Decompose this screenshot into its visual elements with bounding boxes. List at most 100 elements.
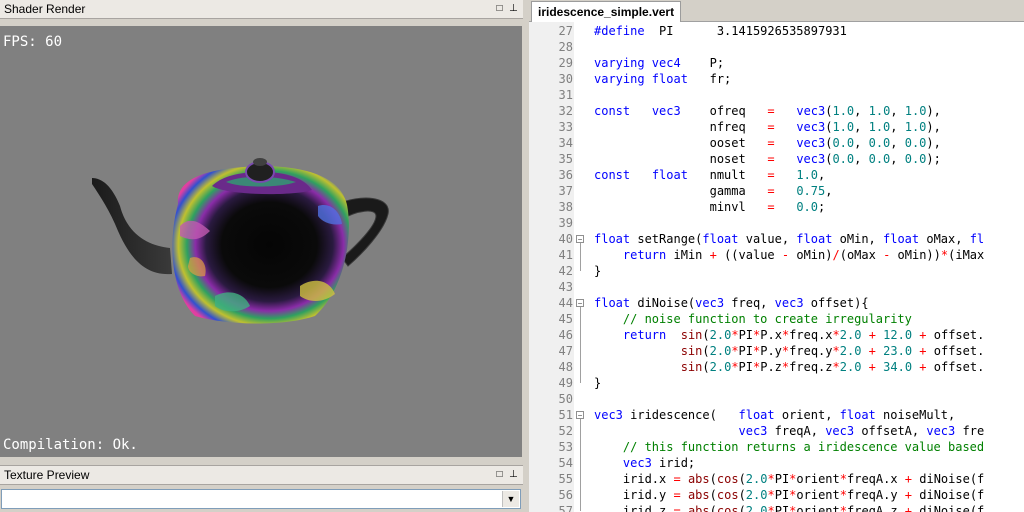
code-line[interactable]: }	[594, 375, 601, 391]
code-token: vec3	[796, 104, 826, 118]
code-token: float	[883, 232, 920, 246]
code-token: 0.0	[832, 152, 855, 166]
texture-select[interactable]: ▼	[1, 489, 521, 509]
code-line[interactable]: // noise function to create irregularity	[594, 311, 912, 327]
code-line[interactable]: nfreq = vec3(1.0, 1.0, 1.0),	[594, 119, 941, 135]
code-token: ,	[818, 168, 826, 182]
tab-iridescence-simple-vert[interactable]: iridescence_simple.vert	[531, 1, 682, 22]
code-token: ,	[890, 136, 905, 150]
code-line[interactable]: const float nmult = 1.0,	[594, 167, 825, 183]
fold-toggle-icon[interactable]: −	[576, 235, 584, 244]
code-token: }	[594, 376, 602, 390]
line-number: 49	[558, 376, 573, 390]
pin-panel-icon[interactable]: ⊥	[508, 469, 519, 480]
code-line[interactable]: irid.y = abs(cos(2.0*PI*orient*freqA.y +…	[594, 487, 984, 503]
code-token: *	[767, 488, 775, 502]
code-token: diNoise(	[630, 296, 696, 310]
code-token: 2.0	[839, 344, 862, 358]
texture-preview-title: Texture Preview	[4, 468, 90, 482]
code-token: varying vec4	[594, 56, 681, 70]
code-token: *	[832, 360, 840, 374]
code-line[interactable]: varying vec4 P;	[594, 55, 724, 71]
code-line[interactable]: vec3 iridescence( float orient, float no…	[594, 407, 955, 423]
code-line[interactable]: sin(2.0*PI*P.y*freq.y*2.0 + 23.0 + offse…	[594, 343, 985, 359]
code-token: sin	[680, 328, 703, 342]
code-token: nfreq	[594, 120, 768, 134]
code-token: 1.0	[832, 104, 855, 118]
code-line[interactable]: #define PI 3.1415926535897931	[594, 23, 847, 39]
code-token: vec3	[926, 424, 956, 438]
code-token: float	[796, 232, 833, 246]
code-token: (	[702, 328, 710, 342]
code-token: *	[839, 504, 847, 512]
code-line[interactable]: gamma = 0.75,	[594, 183, 833, 199]
line-number: 32	[558, 104, 573, 118]
code-line[interactable]: return iMin + ((value - oMin)/(oMax - oM…	[594, 247, 984, 263]
code-token: fre	[955, 424, 985, 438]
code-token: orient,	[774, 408, 840, 422]
code-token: 1.0	[868, 104, 891, 118]
code-token: float	[651, 168, 688, 182]
code-line[interactable]: ooset = vec3(0.0, 0.0, 0.0),	[594, 135, 941, 151]
code-line[interactable]: return sin(2.0*PI*P.x*freq.x*2.0 + 12.0 …	[594, 327, 984, 343]
code-token: 0.0	[904, 136, 927, 150]
code-line[interactable]: minvl = 0.0;	[594, 199, 826, 215]
code-line[interactable]: irid.z = abs(cos(2.0*PI*orient*freqA.z +…	[594, 503, 984, 512]
code-token: 0.0	[904, 152, 927, 166]
line-number: 50	[558, 392, 573, 406]
code-token: =	[767, 104, 775, 118]
code-token: PI	[774, 488, 790, 502]
code-token: ,	[854, 120, 869, 134]
line-number: 54	[558, 456, 573, 470]
float-panel-icon[interactable]: □	[494, 469, 505, 480]
code-token: vec3	[622, 456, 652, 470]
pin-panel-icon[interactable]: ⊥	[508, 3, 519, 14]
teapot-render	[92, 158, 389, 324]
code-token: 1.0	[832, 120, 855, 134]
code-token: 0.75	[796, 184, 826, 198]
code-token: abs	[687, 488, 710, 502]
code-line[interactable]: vec3 irid;	[594, 455, 695, 471]
code-line[interactable]: vec3 freqA, vec3 offsetA, vec3 fre	[594, 423, 985, 439]
code-token: ,	[854, 152, 869, 166]
texture-preview-titlebar: Texture Preview □ ⊥	[0, 465, 523, 485]
code-token: +	[868, 344, 876, 358]
code-editor[interactable]: 27 28 29 30 31 32 33 34 35 36 37 38 39 40 41 42 43 44 45 46…	[529, 22, 1024, 512]
code-token: 1.0	[868, 120, 891, 134]
code-token: 2.0	[709, 360, 732, 374]
code-line[interactable]: }	[594, 263, 601, 279]
code-token: vec3	[695, 296, 725, 310]
code-token: vec3	[796, 120, 826, 134]
code-line[interactable]: float setRange(float value, float oMin, …	[594, 231, 984, 247]
code-token: 0.0	[868, 152, 891, 166]
code-token: ),	[926, 104, 941, 118]
code-token: const	[594, 168, 631, 182]
line-number: 46	[558, 328, 573, 342]
code-token: 2.0	[709, 344, 732, 358]
float-panel-icon[interactable]: □	[494, 3, 505, 14]
code-line[interactable]: sin(2.0*PI*P.z*freq.z*2.0 + 34.0 + offse…	[594, 359, 985, 375]
code-token: diNoise(f	[912, 504, 985, 512]
code-token: freq.z	[789, 360, 833, 374]
code-line[interactable]: varying float fr;	[594, 71, 731, 87]
code-token: +	[868, 360, 876, 374]
shader-render-viewport[interactable]: FPS: 60 Compilation: Ok.	[0, 26, 522, 457]
code-token: *	[731, 328, 739, 342]
fold-toggle-icon[interactable]: −	[576, 299, 584, 308]
code-token: minvl	[594, 200, 768, 214]
code-line[interactable]: // this function returns a iridescence v…	[594, 439, 984, 455]
code-token: vec3	[796, 136, 826, 150]
code-line[interactable]: noset = vec3(0.0, 0.0, 0.0);	[594, 151, 941, 167]
code-token: diNoise(f	[912, 472, 985, 486]
line-number: 41	[558, 248, 573, 262]
code-line[interactable]: float diNoise(vec3 freq, vec3 offset){	[594, 295, 869, 311]
fold-toggle-icon[interactable]: −	[576, 411, 584, 420]
chevron-down-icon[interactable]: ▼	[502, 491, 519, 507]
code-line[interactable]: irid.x = abs(cos(2.0*PI*orient*freqA.x +…	[594, 471, 984, 487]
code-line[interactable]: const vec3 ofreq = vec3(1.0, 1.0, 1.0),	[594, 103, 941, 119]
